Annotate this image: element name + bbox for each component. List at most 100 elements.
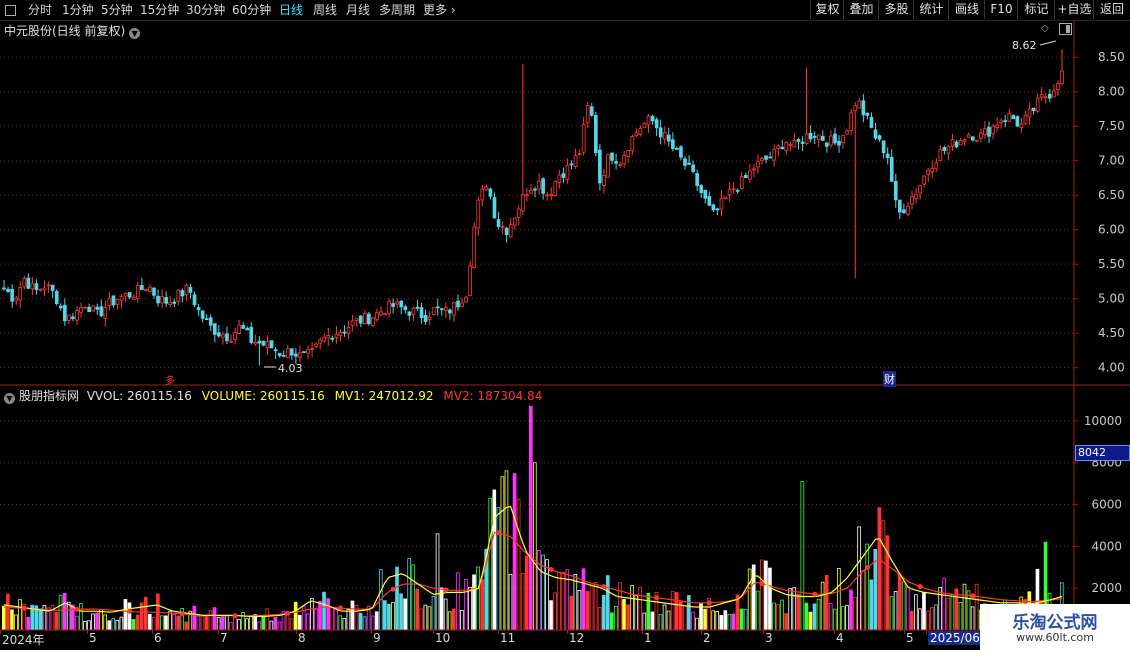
volume-bar — [970, 606, 975, 631]
mv2-marker — [285, 610, 291, 616]
candle — [281, 350, 286, 358]
volume-bar — [577, 590, 582, 631]
volume-bar — [918, 608, 922, 631]
candle — [237, 319, 241, 335]
candle — [739, 171, 744, 190]
candle — [606, 153, 610, 178]
candle — [34, 279, 39, 295]
date-tick — [834, 630, 835, 634]
candle — [707, 191, 712, 206]
candle — [131, 294, 136, 300]
volume-bar — [301, 605, 306, 631]
candle — [273, 347, 278, 360]
date-tick — [371, 630, 372, 634]
candle — [906, 201, 910, 217]
volume-bar — [277, 621, 282, 631]
candle — [889, 149, 894, 183]
candle — [358, 315, 363, 328]
candle — [638, 125, 643, 137]
candle — [800, 136, 805, 152]
volume-bar — [950, 594, 955, 631]
date-tick — [152, 630, 153, 634]
candle — [87, 303, 91, 313]
volume-bar — [630, 584, 634, 631]
volume-bar — [589, 585, 594, 631]
high-price-label: 8.62 — [1012, 39, 1037, 52]
volume-bar — [909, 610, 914, 631]
volume-bar — [581, 568, 586, 631]
volume-bar — [346, 609, 351, 631]
candle — [330, 335, 335, 342]
volume-bar — [212, 607, 217, 631]
candle — [217, 325, 221, 338]
candle — [58, 303, 63, 311]
volume-bar — [691, 611, 695, 631]
candle — [946, 145, 951, 161]
volume-bar — [54, 612, 59, 631]
mv2-marker — [654, 595, 660, 601]
volume-bar — [439, 587, 444, 631]
candle — [1047, 89, 1052, 103]
volume-bar — [383, 600, 387, 631]
stock-chart[interactable]: 8.50 8.00 7.50 7.00 6.50 6.00 5.50 5.00 4.50 4.00… — [0, 0, 1130, 650]
candle — [934, 158, 939, 172]
candle — [249, 322, 254, 345]
candle — [379, 306, 383, 317]
volume-bar — [662, 604, 667, 631]
candle — [164, 291, 168, 308]
candle — [30, 276, 35, 296]
volume-bar — [310, 598, 314, 631]
date-tick — [498, 630, 499, 634]
date-label: 4 — [836, 631, 844, 645]
date-label: 8 — [298, 631, 306, 645]
candle — [111, 295, 116, 308]
candle — [914, 187, 918, 204]
volume-bar — [828, 603, 833, 631]
candle — [504, 227, 509, 243]
volume-bar — [508, 573, 513, 631]
candle — [687, 155, 691, 165]
candle — [1043, 92, 1048, 104]
candle — [221, 331, 225, 345]
candle — [768, 151, 772, 159]
candle — [719, 190, 724, 217]
volume-bar — [759, 559, 764, 631]
date-label: 5 — [89, 631, 97, 645]
volume-bar — [204, 616, 209, 631]
high-pointer — [1039, 40, 1057, 46]
volume-bar — [658, 614, 663, 631]
volume-bar — [322, 591, 326, 631]
candle — [180, 288, 185, 303]
candle — [537, 173, 541, 195]
volume-bar — [930, 607, 934, 631]
volume-bar — [504, 470, 509, 631]
candle — [103, 300, 108, 327]
candle — [885, 147, 890, 165]
candle — [50, 284, 55, 298]
candle — [99, 299, 104, 318]
volume-bar — [135, 614, 140, 631]
volume-bar — [38, 608, 43, 631]
chevron-down-icon[interactable]: ▼ — [4, 393, 15, 404]
candle — [188, 283, 193, 299]
volume-bar — [820, 581, 825, 631]
mv2-marker — [390, 586, 396, 592]
candle — [488, 187, 493, 200]
finance-marker[interactable]: 财 — [883, 371, 896, 387]
price-tick-label: 5.00 — [1098, 292, 1125, 306]
volume-bar — [160, 615, 164, 631]
volume-bar — [711, 610, 716, 631]
volume-bar — [216, 616, 221, 631]
volume-bar — [143, 596, 148, 631]
volume-bar — [837, 568, 841, 631]
date-tick — [433, 630, 434, 634]
candle — [1056, 80, 1060, 97]
candle — [829, 130, 833, 148]
candle — [285, 344, 290, 359]
candle — [995, 117, 999, 132]
date-label: 7 — [220, 631, 228, 645]
date-tick — [567, 630, 568, 634]
candle — [383, 312, 387, 316]
candle — [938, 145, 943, 162]
volume-bar — [200, 615, 205, 631]
